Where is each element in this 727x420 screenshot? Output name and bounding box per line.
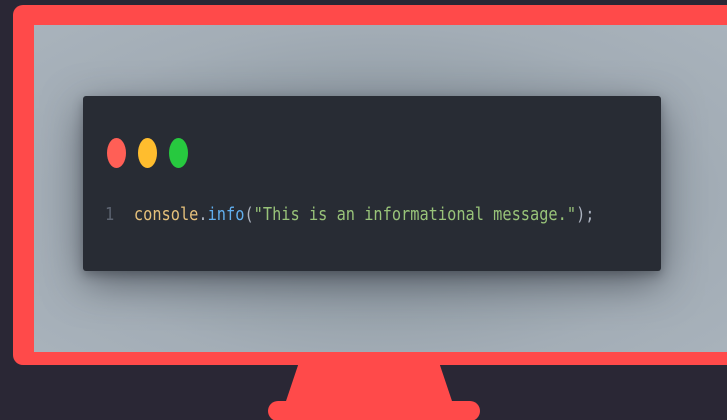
code-token-string: "This is an informational message.": [253, 204, 577, 225]
maximize-dot-icon[interactable]: [169, 138, 188, 168]
monitor-stand-base: [268, 401, 480, 420]
window-controls: [107, 138, 188, 168]
code-token-open-paren: (: [244, 204, 254, 225]
code-window: 1 console.info("This is an informational …: [83, 96, 661, 271]
monitor-stand-neck: [285, 364, 453, 404]
code-token-dot: .: [198, 204, 208, 225]
code-token-object: console: [133, 204, 199, 225]
line-number: 1: [105, 204, 115, 225]
stage: 1 console.info("This is an informational …: [0, 0, 727, 420]
code-line: 1 console.info("This is an informational …: [105, 202, 595, 228]
minimize-dot-icon[interactable]: [138, 138, 157, 168]
code-token-method: info: [207, 204, 245, 225]
close-dot-icon[interactable]: [107, 138, 126, 168]
code-token-close: );: [576, 204, 595, 225]
